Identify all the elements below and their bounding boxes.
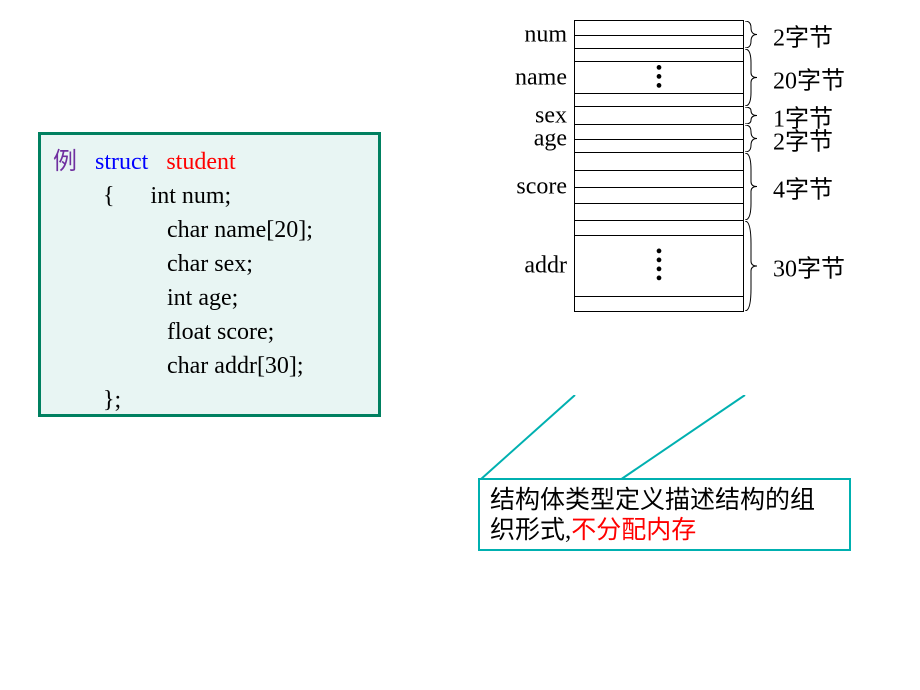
code-line-1: 例 struct student bbox=[53, 145, 366, 179]
code-line-addr: char addr[30]; bbox=[53, 349, 366, 383]
example-label: 例 bbox=[53, 149, 77, 175]
struct-keyword: struct bbox=[95, 149, 148, 175]
callout-connector bbox=[480, 395, 750, 485]
code-line-name: char name[20]; bbox=[53, 213, 366, 247]
dots-icon: •••• bbox=[655, 248, 662, 284]
field-label-name: name bbox=[515, 64, 575, 91]
memory-cell-age: age 2字节 bbox=[574, 124, 744, 152]
memory-layout-diagram: num 2字节 name 20字节 ••• sex 1字节 age 2字节 sc… bbox=[574, 20, 744, 312]
code-line-sex: char sex; bbox=[53, 247, 366, 281]
memory-cell-addr: addr 30字节 •••• bbox=[574, 220, 744, 312]
field-label-num: num bbox=[524, 21, 575, 48]
size-label-name: 20字节 bbox=[743, 60, 845, 95]
code-line-score: float score; bbox=[53, 315, 366, 349]
size-label-age: 2字节 bbox=[743, 121, 833, 156]
struct-name: student bbox=[166, 149, 235, 175]
field-label-age: age bbox=[534, 125, 575, 152]
dots-icon: ••• bbox=[655, 64, 662, 91]
field-label-score: score bbox=[516, 173, 575, 200]
memory-cell-sex: sex 1字节 bbox=[574, 106, 744, 124]
size-label-addr: 30字节 bbox=[743, 249, 845, 284]
memory-cell-name: name 20字节 ••• bbox=[574, 48, 744, 106]
code-example-box: 例 struct student { int num; char name[20… bbox=[38, 132, 381, 417]
callout-highlight: 不分配内存 bbox=[571, 517, 696, 544]
callout-note: 结构体类型定义描述结构的组织形式,不分配内存 bbox=[478, 478, 851, 551]
code-line-age: int age; bbox=[53, 281, 366, 315]
field-label-addr: addr bbox=[524, 253, 575, 280]
memory-cell-num: num 2字节 bbox=[574, 20, 744, 48]
code-line-close-brace: }; bbox=[53, 383, 366, 417]
code-line-open-brace: { int num; bbox=[53, 179, 366, 213]
memory-cell-score: score 4字节 bbox=[574, 152, 744, 220]
size-label-num: 2字节 bbox=[743, 17, 833, 52]
size-label-score: 4字节 bbox=[743, 169, 833, 204]
